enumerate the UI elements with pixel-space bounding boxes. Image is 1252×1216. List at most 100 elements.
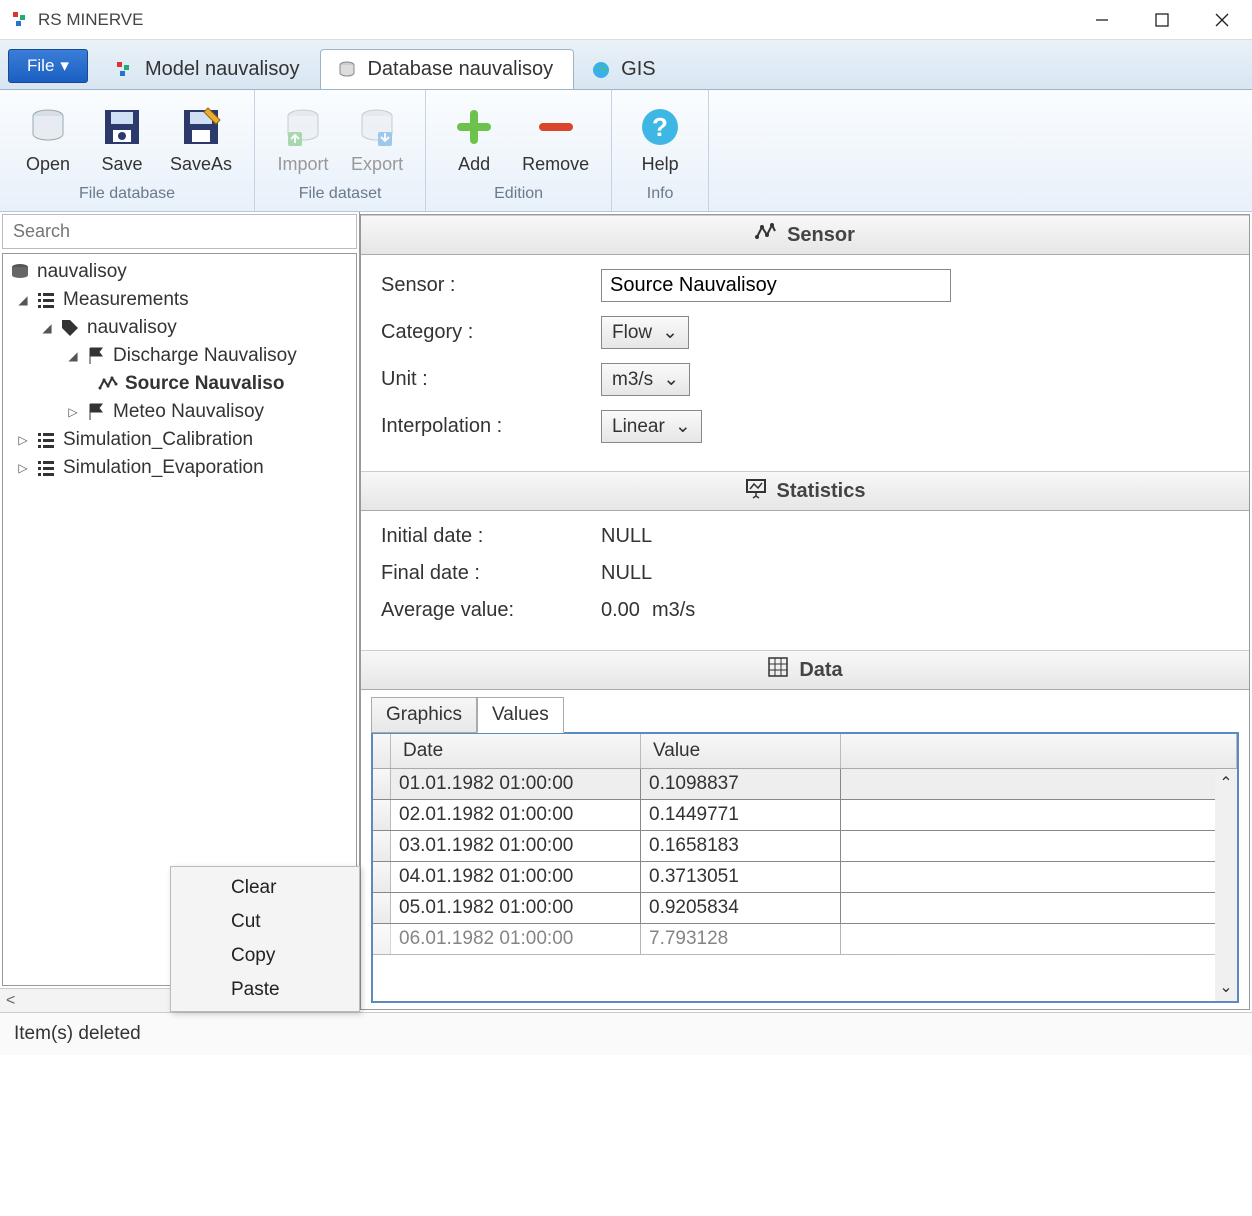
tab-graphics[interactable]: Graphics (371, 697, 477, 733)
tree-measurements[interactable]: ◢ Measurements (7, 286, 352, 314)
expand-icon[interactable]: ◢ (67, 349, 79, 363)
cell-date[interactable]: 02.01.1982 01:00:00 (391, 800, 641, 830)
tab-database-label: Database nauvalisoy (367, 58, 553, 81)
grid-row[interactable]: 03.01.1982 01:00:00 0.1658183 (373, 831, 1237, 862)
cell-date[interactable]: 03.01.1982 01:00:00 (391, 831, 641, 861)
grid-header: Date Value (373, 734, 1237, 769)
unit-select[interactable]: m3/s ⌄ (601, 363, 690, 396)
avg-unit: m3/s (652, 599, 695, 622)
globe-icon (591, 60, 611, 80)
tree-sim-evaporation[interactable]: ▷ Simulation_Evaporation (7, 454, 352, 482)
context-menu-paste[interactable]: Paste (171, 973, 359, 1007)
cell-value[interactable]: 0.1098837 (641, 769, 841, 799)
context-menu: Clear Cut Copy Paste (170, 866, 360, 1012)
expand-icon[interactable]: ▷ (67, 405, 79, 419)
file-menu-label: File (27, 56, 54, 76)
col-value[interactable]: Value (641, 734, 841, 768)
expand-icon[interactable]: ◢ (17, 293, 29, 307)
tree-sim-calibration[interactable]: ▷ Simulation_Calibration (7, 426, 352, 454)
cell-date[interactable]: 06.01.1982 01:00:00 (391, 924, 641, 954)
svg-text:?: ? (652, 112, 668, 142)
help-button[interactable]: ? Help (626, 100, 694, 179)
grid-row[interactable]: 04.01.1982 01:00:00 0.3713051 (373, 862, 1237, 893)
tab-values[interactable]: Values (477, 697, 564, 733)
saveas-button[interactable]: SaveAs (162, 100, 240, 179)
tree-station[interactable]: ◢ nauvalisoy (7, 314, 352, 342)
interp-value: Linear (612, 416, 665, 438)
interp-select[interactable]: Linear ⌄ (601, 410, 702, 443)
save-icon (99, 104, 145, 150)
scroll-up-icon[interactable]: ⌃ (1219, 773, 1232, 793)
import-button[interactable]: Import (269, 100, 337, 179)
tab-gis-label: GIS (621, 58, 655, 81)
ribbon-group-label: Edition (494, 185, 543, 203)
file-menu[interactable]: File ▾ (8, 49, 88, 83)
cell-value[interactable]: 0.3713051 (641, 862, 841, 892)
maximize-button[interactable] (1132, 0, 1192, 40)
cell-date[interactable]: 05.01.1982 01:00:00 (391, 893, 641, 923)
add-button[interactable]: Add (440, 100, 508, 179)
cell-date[interactable]: 04.01.1982 01:00:00 (391, 862, 641, 892)
sensor-header: Sensor (361, 215, 1249, 255)
context-menu-copy[interactable]: Copy (171, 939, 359, 973)
app-title: RS MINERVE (38, 10, 144, 30)
tree-root[interactable]: nauvalisoy (7, 258, 352, 286)
tab-model[interactable]: Model nauvalisoy (98, 49, 321, 89)
export-button[interactable]: Export (343, 100, 411, 179)
tag-icon (59, 317, 81, 339)
tree-discharge[interactable]: ◢ Discharge Nauvalisoy (7, 342, 352, 370)
db-export-icon (354, 104, 400, 150)
series-icon (97, 373, 119, 395)
flag-icon (85, 401, 107, 423)
tree-meteo[interactable]: ▷ Meteo Nauvalisoy (7, 398, 352, 426)
grid-row[interactable]: 01.01.1982 01:00:00 0.1098837 (373, 769, 1237, 800)
col-date[interactable]: Date (391, 734, 641, 768)
tree-root-label: nauvalisoy (37, 261, 127, 283)
expand-icon[interactable]: ▷ (17, 461, 29, 475)
ribbon-group-label: File database (79, 185, 175, 203)
workspace: nauvalisoy ◢ Measurements ◢ nauvalisoy ◢… (0, 212, 1252, 1012)
tree-sim-evap-label: Simulation_Evaporation (63, 457, 264, 479)
close-button[interactable] (1192, 0, 1252, 40)
search-input[interactable] (2, 214, 357, 249)
sensor-input[interactable] (601, 269, 951, 302)
grid-row[interactable]: 02.01.1982 01:00:00 0.1449771 (373, 800, 1237, 831)
help-icon: ? (637, 104, 683, 150)
add-label: Add (458, 154, 490, 175)
tab-gis[interactable]: GIS (574, 49, 676, 89)
category-value: Flow (612, 322, 652, 344)
grid-row[interactable]: 06.01.1982 01:00:00 7.793128 (373, 924, 1237, 955)
tree-measurements-label: Measurements (63, 289, 189, 311)
cell-value[interactable]: 0.1658183 (641, 831, 841, 861)
expand-icon[interactable]: ◢ (41, 321, 53, 335)
cell-value[interactable]: 0.9205834 (641, 893, 841, 923)
category-select[interactable]: Flow ⌄ (601, 316, 689, 349)
expand-icon[interactable]: ▷ (17, 433, 29, 447)
save-button[interactable]: Save (88, 100, 156, 179)
remove-button[interactable]: Remove (514, 100, 597, 179)
data-header: Data (361, 650, 1249, 690)
context-menu-cut[interactable]: Cut (171, 905, 359, 939)
unit-label: Unit : (381, 368, 601, 391)
initial-date-label: Initial date : (381, 525, 601, 548)
open-button[interactable]: Open (14, 100, 82, 179)
model-icon (115, 60, 135, 80)
cell-value[interactable]: 0.1449771 (641, 800, 841, 830)
final-date-label: Final date : (381, 562, 601, 585)
cell-value[interactable]: 7.793128 (641, 924, 841, 954)
data-tabs: Graphics Values (361, 690, 1249, 732)
tree-source[interactable]: Source Nauvaliso (7, 370, 352, 398)
scroll-down-icon[interactable]: ⌄ (1219, 977, 1232, 997)
grid-body[interactable]: 01.01.1982 01:00:00 0.1098837 02.01.1982… (373, 769, 1237, 1001)
titlebar: RS MINERVE (0, 0, 1252, 40)
left-pane: nauvalisoy ◢ Measurements ◢ nauvalisoy ◢… (0, 212, 360, 1012)
context-menu-clear[interactable]: Clear (171, 871, 359, 905)
tree-station-label: nauvalisoy (87, 317, 177, 339)
stats-header: Statistics (361, 471, 1249, 511)
cell-date[interactable]: 01.01.1982 01:00:00 (391, 769, 641, 799)
grid-row[interactable]: 05.01.1982 01:00:00 0.9205834 (373, 893, 1237, 924)
vertical-scrollbar[interactable]: ⌃ ⌄ (1215, 769, 1237, 1001)
minimize-button[interactable] (1072, 0, 1132, 40)
save-label: Save (101, 154, 142, 175)
tab-database[interactable]: Database nauvalisoy (320, 49, 574, 89)
